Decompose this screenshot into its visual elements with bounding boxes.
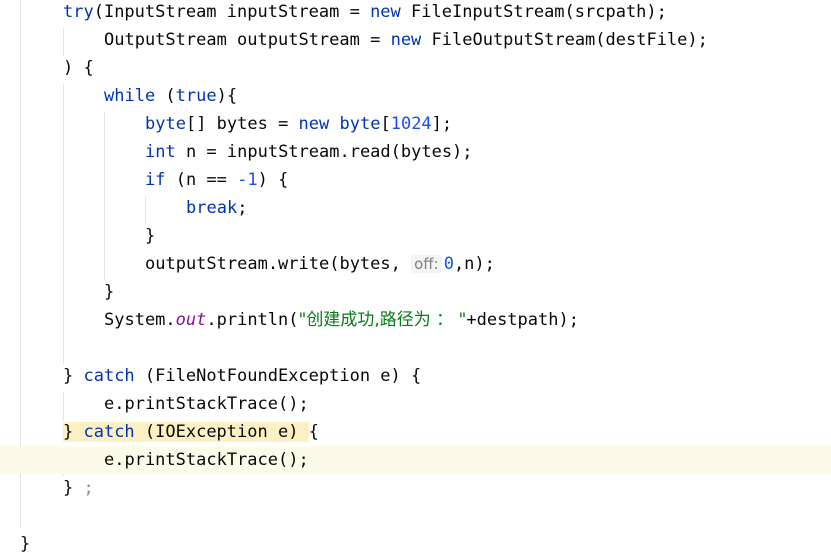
code-line[interactable]: if (n == -1) { — [0, 166, 831, 194]
keyword-catch: catch — [83, 366, 135, 386]
number-literal: 0 — [443, 254, 454, 274]
keyword-if: if — [145, 170, 166, 190]
keyword-break: break — [186, 198, 238, 218]
code-token: .println( — [206, 310, 299, 330]
parameter-hint: off: — [411, 255, 442, 273]
code-token: +destpath); — [466, 310, 579, 330]
code-token: ; — [237, 198, 248, 218]
code-token: FileInputStream(srcpath); — [400, 2, 667, 22]
code-token: FileOutputStream(destFile); — [421, 30, 708, 50]
keyword-catch: catch — [83, 422, 135, 442]
code-token: e.printStackTrace(); — [104, 394, 309, 414]
keyword-true: true — [175, 86, 217, 106]
code-line[interactable]: } catch (IOException e) { — [0, 418, 831, 446]
static-field: out — [175, 310, 207, 330]
code-token: (IOException e) — [134, 422, 309, 442]
code-token: ) { — [257, 170, 289, 190]
code-line[interactable]: } catch (FileNotFoundException e) { — [0, 362, 831, 390]
current-code-line[interactable]: e.printStackTrace(); — [0, 446, 831, 474]
code-token: ) { — [63, 58, 94, 78]
number-literal: 1024 — [390, 114, 432, 134]
keyword-try: try — [63, 2, 94, 22]
code-token: (n == — [165, 170, 238, 190]
code-line[interactable]: } ; — [0, 474, 831, 502]
code-line[interactable]: int n = inputStream.read(bytes); — [0, 138, 831, 166]
code-token: } — [145, 226, 156, 246]
code-token: } — [63, 478, 84, 498]
code-token: n = inputStream.read(bytes); — [175, 142, 473, 162]
code-token: (FileNotFoundException e) { — [134, 366, 422, 386]
code-token: e.printStackTrace(); — [104, 450, 309, 470]
code-line[interactable]: } — [0, 278, 831, 306]
code-line[interactable]: OutputStream outputStream = new FileOutp… — [0, 26, 831, 54]
keyword-new: new — [370, 2, 401, 22]
code-token: { — [308, 422, 319, 442]
code-token: } — [63, 366, 84, 386]
code-token: [ — [380, 114, 391, 134]
code-token: ){ — [216, 86, 238, 106]
keyword-byte: byte — [339, 114, 381, 134]
code-token: OutputStream outputStream = — [104, 30, 391, 50]
code-token: System. — [104, 310, 176, 330]
code-line[interactable]: outputStream.write(bytes, off: 0,n); — [0, 250, 831, 278]
code-token: ( — [155, 86, 176, 106]
keyword-byte: byte — [145, 114, 186, 134]
number-literal: -1 — [237, 170, 258, 190]
code-line[interactable]: System.out.println("创建成功,路径为 ： "+destpat… — [0, 306, 831, 334]
keyword-int: int — [145, 142, 176, 162]
keyword-new: new — [390, 30, 422, 50]
code-line[interactable]: byte[] bytes = new byte[1024]; — [0, 110, 831, 138]
code-line[interactable]: e.printStackTrace(); — [0, 390, 831, 418]
code-token: } — [20, 534, 31, 554]
code-line[interactable]: ) { — [0, 54, 831, 82]
code-line[interactable]: try(InputStream inputStream = new FileIn… — [0, 0, 831, 26]
code-token: (InputStream inputStream = — [93, 2, 371, 22]
string-literal: "创建成功,路径为 ： " — [298, 310, 467, 330]
code-editor[interactable]: try(InputStream inputStream = new FileIn… — [0, 0, 831, 556]
code-line[interactable]: break; — [0, 194, 831, 222]
code-line[interactable]: } — [0, 222, 831, 250]
code-token: ]; — [431, 114, 453, 134]
code-token: [] bytes = — [185, 114, 299, 134]
code-line[interactable]: while (true){ — [0, 82, 831, 110]
keyword-new: new — [298, 114, 330, 134]
code-token: } — [63, 422, 84, 442]
code-line[interactable]: } — [0, 530, 831, 556]
code-token: ; — [83, 478, 94, 498]
code-token: } — [104, 282, 115, 302]
code-token: outputStream.write(bytes, — [145, 254, 412, 274]
code-token: ,n); — [453, 254, 495, 274]
keyword-while: while — [104, 86, 156, 106]
